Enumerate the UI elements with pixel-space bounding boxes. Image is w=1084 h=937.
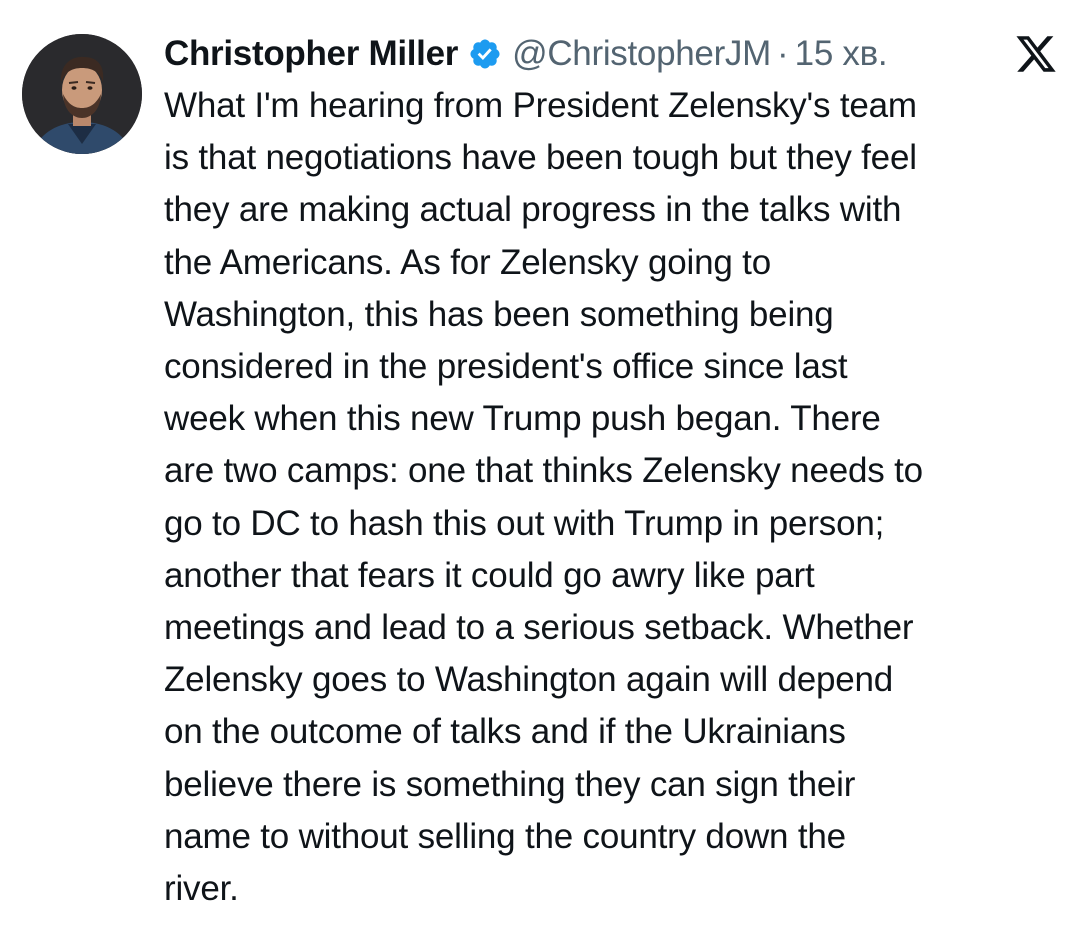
tweet-text-line: considered in the president's office sin… bbox=[164, 347, 848, 387]
tweet-text-line: Washington, this has been something bein… bbox=[164, 294, 834, 334]
tweet-text-line: river. bbox=[164, 869, 239, 909]
author-handle[interactable]: @ChristopherJM bbox=[512, 34, 771, 74]
tweet-header: Christopher Miller @ChristopherJM · 15 х… bbox=[164, 28, 888, 80]
tweet-text-line: is that negotiations have been tough but… bbox=[164, 138, 917, 178]
avatar-image bbox=[22, 34, 142, 154]
tweet-text-line: they are making actual progress in the t… bbox=[164, 190, 902, 230]
separator-dot: · bbox=[777, 34, 789, 73]
tweet-text: What I'm hearing from President Zelensky… bbox=[164, 80, 1069, 915]
verified-badge-icon bbox=[468, 37, 502, 71]
tweet-text-line: meetings and lead to a serious setback. … bbox=[164, 608, 914, 648]
tweet-text-line: week when this new Trump push began. The… bbox=[164, 399, 881, 439]
timestamp[interactable]: 15 хв. bbox=[795, 34, 888, 74]
tweet-text-line: are two camps: one that thinks Zelensky … bbox=[164, 451, 923, 491]
tweet-text-line: on the outcome of talks and if the Ukrai… bbox=[164, 712, 846, 752]
tweet-text-line: What I'm hearing from President Zelensky… bbox=[164, 86, 917, 125]
tweet-text-line: the Americans. As for Zelensky going to bbox=[164, 242, 771, 282]
tweet-text-line: believe there is something they can sign… bbox=[164, 764, 856, 804]
tweet-text-line: go to DC to hash this out with Trump in … bbox=[164, 503, 885, 543]
x-logo-icon bbox=[1014, 34, 1058, 74]
author-name[interactable]: Christopher Miller bbox=[164, 34, 458, 74]
tweet-card: Christopher Miller @ChristopherJM · 15 х… bbox=[0, 0, 1084, 937]
tweet-text-line: Zelensky goes to Washington again will d… bbox=[164, 660, 894, 700]
tweet-text-line: another that fears it could go awry like… bbox=[164, 555, 815, 595]
avatar[interactable] bbox=[22, 34, 142, 154]
tweet-text-line: name to without selling the country down… bbox=[164, 816, 846, 856]
